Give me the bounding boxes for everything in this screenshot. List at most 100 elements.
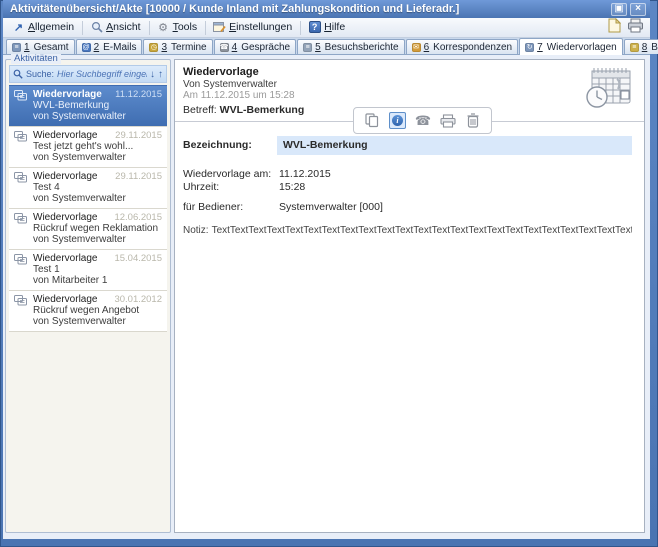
menu-item-allgemein[interactable]: ↗ Allgemein [7, 19, 80, 36]
resubmission-tab-icon: ↻ [525, 43, 534, 52]
detail-title: Wiedervorlage [183, 66, 259, 78]
menu-item-einstellungen[interactable]: Einstellungen [208, 19, 298, 36]
search-next-button[interactable]: ↓ [150, 69, 155, 80]
close-icon: × [635, 4, 641, 14]
delete-icon[interactable] [465, 113, 481, 129]
tab-belege[interactable]: ≡ 8Belege [624, 39, 658, 54]
tab-label: Korrespondenzen [433, 42, 512, 53]
print-icon[interactable] [440, 113, 456, 129]
tab-accesskey: 2 [94, 42, 100, 53]
field-value: Systemverwalter [000] [279, 201, 383, 213]
detail-datetime: Am 11.12.2015 um 15:28 [183, 90, 295, 101]
item-date: 29.11.2015 [115, 171, 162, 182]
activity-note-icon [14, 213, 27, 227]
item-subject: Test 4 [33, 182, 163, 193]
tab-wiedervorlagen[interactable]: ↻ 7 Wiedervorlagen [519, 38, 623, 55]
tab-accesskey: 1 [24, 42, 30, 53]
info-icon[interactable]: i [389, 112, 406, 129]
tab-label: Gesamt [34, 42, 69, 53]
item-author: von Systemverwalter [33, 234, 163, 245]
tab-emails[interactable]: @ 2E-Mails [76, 39, 143, 54]
tab-accesskey: 3 [161, 42, 167, 53]
window-frame: Aktivitätenübersicht/Akte [10000 / Kunde… [0, 0, 658, 547]
restore-icon: ▣ [614, 4, 623, 14]
menu-label: Ansicht [106, 21, 140, 33]
item-date: 11.12.2015 [115, 89, 162, 100]
window-edit-icon [213, 21, 226, 34]
field-value: WVL-Bemerkung [283, 139, 368, 151]
search-placeholder: Hier Suchbegriff eingeben ... [57, 69, 147, 79]
item-date: 12.06.2015 [114, 212, 162, 223]
tab-label: Besuchsberichte [325, 42, 399, 53]
item-subject: Test 1 [33, 264, 163, 275]
activity-note-icon [14, 295, 27, 309]
tab-accesskey: 4 [232, 42, 238, 53]
subject-value: WVL-Bemerkung [220, 104, 305, 116]
tab-label: Termine [171, 42, 207, 53]
tab-besuchsberichte[interactable]: ≡ 5Besuchsberichte [297, 39, 405, 54]
arrow-up-icon: ↑ [158, 69, 163, 80]
menu-item-ansicht[interactable]: Ansicht [85, 19, 146, 36]
menu-item-tools[interactable]: ⚙ Tools [152, 19, 204, 36]
item-date: 29.11.2015 [115, 130, 162, 141]
item-author: von Systemverwalter [33, 152, 163, 163]
item-date: 15.04.2015 [114, 253, 162, 264]
subject-label: Betreff: [183, 104, 217, 116]
list-item[interactable]: Wiedervorlage Rückruf wegen Reklamation … [9, 208, 167, 249]
phone-tab-icon: ☎ [220, 43, 229, 52]
item-subject: Rückruf wegen Reklamation [33, 223, 163, 234]
menu-label: Tools [173, 21, 198, 33]
menu-separator [82, 21, 83, 35]
tab-accesskey: 7 [537, 42, 543, 53]
item-subject: Rückruf wegen Angebot [33, 305, 163, 316]
item-author: von Systemverwalter [33, 111, 163, 122]
list-item[interactable]: Wiedervorlage WVL-Bemerkung von Systemve… [9, 85, 167, 126]
menu-item-hilfe[interactable]: ? Hilfe [303, 19, 351, 36]
menu-label: Allgemein [28, 21, 74, 33]
list-item[interactable]: Wiedervorlage Test jetzt geht's wohl... … [9, 126, 167, 167]
calendar-clock-icon [584, 65, 634, 114]
activity-note-icon [14, 131, 27, 145]
activity-list: Wiedervorlage WVL-Bemerkung von Systemve… [9, 85, 167, 332]
mail-folder-tab-icon: ✉ [412, 43, 421, 52]
field-label: Wiedervorlage am: [183, 168, 271, 180]
tab-gespraeche[interactable]: ☎ 4Gespräche [214, 39, 296, 54]
detail-toolbar: i ☎ [353, 107, 492, 134]
tab-korrespondenzen[interactable]: ✉ 6Korrespondenzen [406, 39, 519, 54]
field-label: Bezeichnung: [183, 139, 252, 151]
list-item[interactable]: Wiedervorlage Test 1 von Mitarbeiter 1 1… [9, 249, 167, 290]
groupbox-legend: Aktivitäten [11, 54, 61, 64]
tab-label: Gespräche [241, 42, 290, 53]
list-item[interactable]: Wiedervorlage Test 4 von Systemverwalter… [9, 167, 167, 208]
note-text: TextTextTextTextTextTextTextTextTextText… [212, 225, 632, 236]
menu-label: Hilfe [324, 21, 345, 33]
menu-label: Einstellungen [229, 21, 292, 33]
copy-icon[interactable] [364, 113, 380, 129]
print-icon[interactable] [627, 18, 644, 38]
search-prev-button[interactable]: ↑ [158, 69, 163, 80]
tab-gesamt[interactable]: ≡ 1Gesamt [6, 39, 75, 54]
menu-separator [205, 21, 206, 35]
tab-accesskey: 8 [642, 42, 648, 53]
phone-icon[interactable]: ☎ [415, 113, 431, 129]
tab-termine[interactable]: ◷ 3Termine [143, 39, 212, 54]
search-input[interactable]: Suche: Hier Suchbegriff eingeben ... ↓ ↑ [9, 65, 167, 83]
nav-arrow-icon: ↗ [12, 21, 25, 34]
field-value: 15:28 [279, 181, 305, 193]
restore-button[interactable]: ▣ [611, 3, 627, 16]
arrow-down-icon: ↓ [150, 69, 155, 80]
tab-label: Wiedervorlagen [547, 42, 617, 53]
title-bar: Aktivitätenübersicht/Akte [10000 / Kunde… [3, 0, 650, 18]
new-note-icon[interactable] [608, 18, 621, 38]
gear-icon: ⚙ [157, 21, 170, 34]
window-title: Aktivitätenübersicht/Akte [10000 / Kunde… [10, 3, 608, 15]
detail-from: Von Systemverwalter [183, 79, 277, 90]
field-label: für Bediener: [183, 201, 243, 213]
list-item[interactable]: Wiedervorlage Rückruf wegen Angebot von … [9, 290, 167, 331]
close-button[interactable]: × [630, 3, 646, 16]
note-label: Notiz: [183, 225, 209, 236]
activity-note-icon [14, 172, 27, 186]
search-icon [13, 69, 23, 79]
menu-bar: ↗ Allgemein Ansicht ⚙ Tools Einstellung [3, 18, 650, 38]
tab-label: E-Mails [103, 42, 136, 53]
